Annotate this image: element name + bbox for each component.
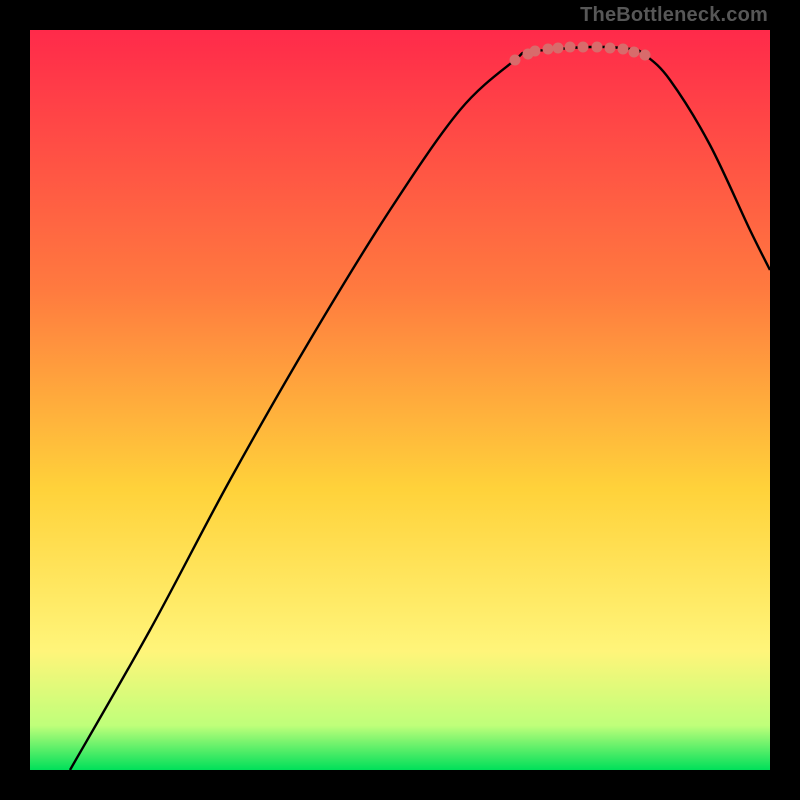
watermark-text: TheBottleneck.com	[580, 4, 768, 27]
pink-dot	[592, 42, 603, 53]
pink-dot	[530, 46, 541, 57]
pink-dot	[629, 47, 640, 58]
pink-dot	[605, 43, 616, 54]
pink-dot	[510, 55, 521, 66]
pink-dot	[565, 42, 576, 53]
chart-svg	[30, 30, 770, 770]
pink-dot	[578, 42, 589, 53]
pink-dot	[640, 50, 651, 61]
chart-frame	[30, 30, 770, 770]
pink-dot	[618, 44, 629, 55]
gradient-background	[30, 30, 770, 770]
pink-dot	[543, 44, 554, 55]
pink-dot	[553, 43, 564, 54]
